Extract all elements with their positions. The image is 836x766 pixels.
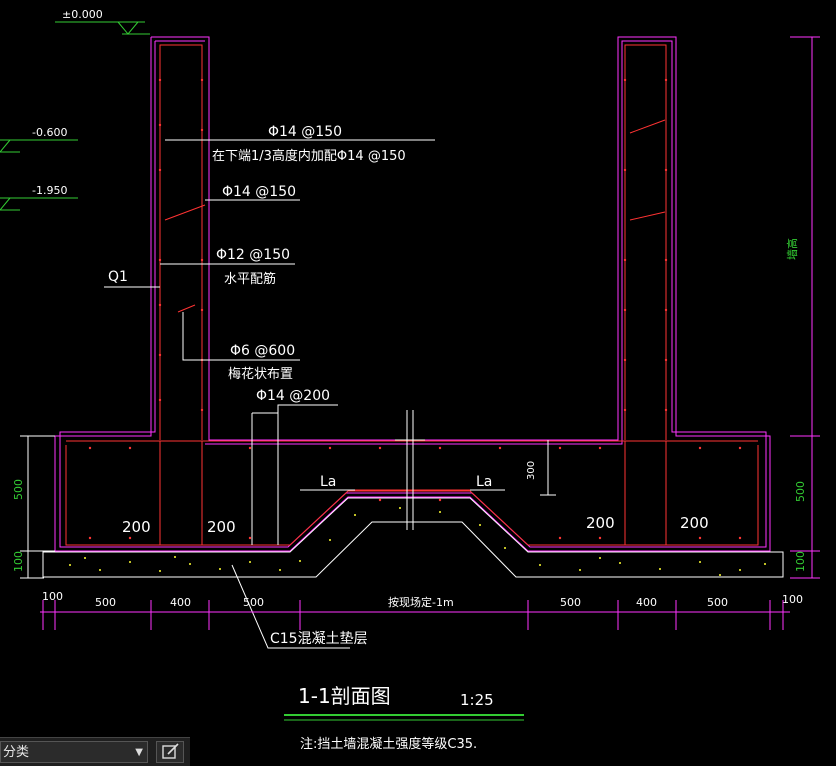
dim-right-100: 100 bbox=[794, 551, 807, 572]
dim-left-500: 500 bbox=[12, 479, 25, 500]
section-drawing: ±0.000 -0.600 -1.950 Φ14 @150 在下端1/3高度内加… bbox=[0, 8, 820, 752]
cushion-label: C15混凝土垫层 bbox=[270, 631, 368, 647]
level-top: ±0.000 bbox=[62, 8, 103, 21]
level-markers: ±0.000 -0.600 -1.950 bbox=[0, 8, 150, 211]
dim-left-100: 100 bbox=[12, 551, 25, 572]
dim-bottom-6: 400 bbox=[636, 596, 657, 609]
dim-bottom-8: 100 bbox=[782, 593, 803, 606]
label-dim-200-c: 200 bbox=[586, 514, 615, 532]
dim-bottom-5: 500 bbox=[560, 596, 581, 609]
label-dim-200-d: 200 bbox=[680, 514, 709, 532]
title-block: 1-1剖面图 1:25 注:挡土墙混凝土强度等级C35. bbox=[284, 684, 524, 752]
level-low: -1.950 bbox=[32, 184, 67, 197]
dim-bottom-1: 500 bbox=[95, 596, 116, 609]
dim-300 bbox=[540, 440, 556, 496]
right-dims: 500 100 bbox=[790, 36, 820, 579]
dim-bottom-4: 按现场定-1m bbox=[388, 595, 454, 609]
dim-right-500: 500 bbox=[794, 481, 807, 502]
label-rebar-inner: Φ14 @150 bbox=[222, 184, 296, 200]
bottom-dims: 100 500 400 500 按现场定-1m 500 400 500 100 bbox=[40, 590, 803, 630]
label-base-rebar: Φ14 @200 bbox=[256, 388, 330, 404]
label-lap-right: La bbox=[476, 474, 492, 490]
drawing-note: 注:挡土墙混凝土强度等级C35. bbox=[300, 736, 477, 752]
label-rebar-horizontal-note: 水平配筋 bbox=[224, 271, 276, 287]
edit-icon bbox=[162, 743, 179, 759]
label-rebar-horizontal: Φ12 @150 bbox=[216, 247, 290, 263]
rebar-lines bbox=[65, 44, 759, 546]
label-wall-mark: Q1 bbox=[108, 269, 128, 285]
dim-bottom-7: 500 bbox=[707, 596, 728, 609]
bottom-toolbar: 分类 ▼ bbox=[0, 737, 190, 766]
label-lap-left: La bbox=[320, 474, 336, 490]
dim-bottom-2: 400 bbox=[170, 596, 191, 609]
drawing-title: 1-1剖面图 bbox=[298, 684, 391, 708]
label-dim-300: 300 bbox=[526, 461, 537, 480]
chevron-down-icon: ▼ bbox=[135, 747, 143, 758]
rebar-dots bbox=[88, 78, 742, 540]
category-dropdown[interactable]: 分类 ▼ bbox=[0, 741, 148, 763]
label-rebar-vertical: Φ14 @150 bbox=[268, 124, 342, 140]
label-tie-bar-note: 梅花状布置 bbox=[228, 366, 293, 382]
drawing-scale: 1:25 bbox=[460, 691, 494, 709]
dim-bottom-0: 100 bbox=[42, 590, 63, 603]
label-dim-200-b: 200 bbox=[207, 518, 236, 536]
dim-bottom-3: 500 bbox=[243, 596, 264, 609]
edit-button[interactable] bbox=[156, 741, 184, 763]
category-dropdown-value: 分类 bbox=[3, 745, 30, 760]
label-wall-height: 墙高 bbox=[785, 238, 799, 260]
label-tie-bar: Φ6 @600 bbox=[230, 343, 295, 359]
level-mid: -0.600 bbox=[32, 126, 67, 139]
annotations: Φ14 @150 在下端1/3高度内加配Φ14 @150 Φ14 @150 Φ1… bbox=[108, 124, 799, 536]
label-dim-200-a: 200 bbox=[122, 518, 151, 536]
label-rebar-vertical-note: 在下端1/3高度内加配Φ14 @150 bbox=[212, 148, 406, 164]
